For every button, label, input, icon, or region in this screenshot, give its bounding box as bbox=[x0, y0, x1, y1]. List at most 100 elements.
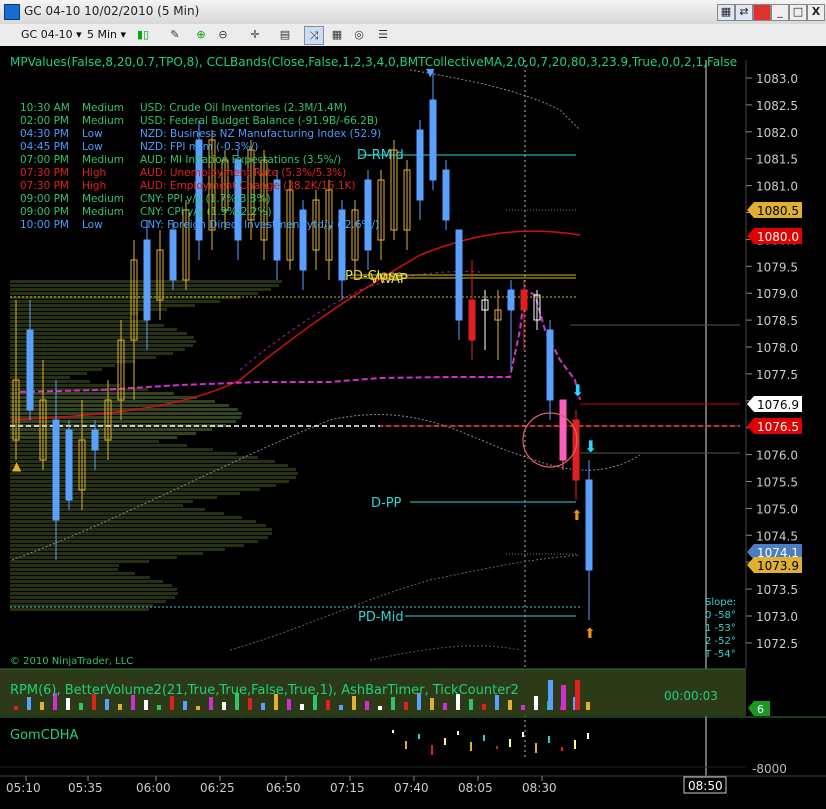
profile-row bbox=[10, 456, 258, 459]
rpm-bar bbox=[508, 700, 512, 710]
rpm-bar bbox=[482, 704, 486, 710]
gom-axis-label: -8000 bbox=[752, 762, 787, 776]
news-text: CNY: PPI y/y (1.7%/3.8%) bbox=[140, 193, 271, 205]
price-tag-label: 1076.5 bbox=[757, 420, 799, 434]
zoom-in-icon[interactable]: ⊕ bbox=[192, 26, 210, 43]
app-icon bbox=[4, 4, 20, 20]
news-time: 04:45 PM bbox=[20, 141, 69, 153]
lower-panel-tag-value: 6 bbox=[757, 703, 764, 716]
profile-row bbox=[10, 316, 131, 319]
profile-row bbox=[10, 336, 194, 339]
price-label: 1082.0 bbox=[756, 126, 798, 140]
profile-row bbox=[10, 592, 178, 595]
up-arrow-icon-1: ⬆ bbox=[571, 508, 583, 524]
gom-bars bbox=[392, 730, 589, 755]
zoom-out-icon[interactable]: ⊖ bbox=[214, 26, 232, 43]
instrument-select[interactable]: GC 04-10 ▾ bbox=[18, 26, 85, 43]
maximize-button[interactable]: □ bbox=[789, 4, 807, 21]
time-label: 05:35 bbox=[68, 781, 103, 795]
slope-row-1: 1 -53° bbox=[705, 623, 736, 634]
profile-row bbox=[10, 320, 148, 323]
news-impact: High bbox=[82, 180, 106, 192]
time-label: 06:50 bbox=[266, 781, 301, 795]
profile-row bbox=[10, 344, 193, 347]
profile-row bbox=[10, 584, 172, 587]
news-impact: Medium bbox=[82, 206, 124, 218]
news-time: 09:00 PM bbox=[20, 193, 69, 205]
chart-icon[interactable]: ▦ bbox=[717, 4, 735, 21]
profile-row bbox=[10, 572, 135, 575]
profile-row bbox=[10, 420, 236, 423]
news-text: AUD: Employment Change (38.2K/15.1K) bbox=[140, 180, 356, 192]
profile-row bbox=[10, 512, 224, 515]
candle-body bbox=[169, 229, 177, 281]
news-text: USD: Crude Oil Inventories (2.3M/1.4M) bbox=[140, 102, 347, 114]
news-time: 09:00 PM bbox=[20, 206, 69, 218]
indicators-icon[interactable]: ⤨ bbox=[304, 26, 324, 45]
profile-row bbox=[10, 552, 203, 555]
pencil-icon[interactable]: ✎ bbox=[166, 26, 184, 43]
news-impact: Medium bbox=[82, 154, 124, 166]
news-impact: High bbox=[82, 167, 106, 179]
profile-row bbox=[10, 560, 149, 563]
time-cursor-label: 08:50 bbox=[688, 779, 723, 793]
gom-bar bbox=[548, 736, 550, 743]
profile-row bbox=[10, 332, 187, 335]
price-label: 1075.5 bbox=[756, 476, 798, 490]
gom-bar bbox=[470, 742, 472, 751]
table-icon[interactable]: ☰ bbox=[374, 26, 392, 43]
data-box-icon[interactable]: ◎ bbox=[350, 26, 368, 43]
d-pp-label: D-PP bbox=[371, 496, 402, 511]
profile-row bbox=[10, 524, 266, 527]
profile-row bbox=[10, 484, 276, 487]
minimize-button[interactable]: _ bbox=[771, 4, 789, 21]
rpm-bar bbox=[586, 702, 590, 710]
profile-row bbox=[10, 504, 183, 507]
candle-body bbox=[520, 289, 528, 311]
chart-area[interactable]: D-RMid PD-Close VWAP D-PP PD-Mid ⬇ ⬇ ⬆ ⬆… bbox=[0, 46, 826, 805]
strategies-icon[interactable]: ▦ bbox=[328, 26, 346, 43]
interval-select[interactable]: 5 Min ▾ bbox=[84, 26, 129, 43]
profile-row bbox=[10, 564, 119, 567]
gom-bar bbox=[405, 741, 407, 749]
profile-row bbox=[10, 492, 240, 495]
rpm-bar bbox=[548, 680, 553, 710]
rpm-bar bbox=[575, 680, 580, 710]
news-impact: Medium bbox=[82, 102, 124, 114]
profile-row bbox=[10, 412, 242, 415]
properties-icon[interactable]: ▤ bbox=[276, 26, 294, 43]
bar-style-icon[interactable]: ▮▯ bbox=[134, 26, 152, 43]
title-bar[interactable]: GC 04-10 10/02/2010 (5 Min) ▦ ⇄ _ □ X bbox=[0, 0, 826, 25]
window-title: GC 04-10 10/02/2010 (5 Min) bbox=[24, 4, 200, 18]
rpm-bar bbox=[469, 699, 473, 710]
profile-row bbox=[10, 432, 196, 435]
slope-box: Slope: 0 -58° 1 -53° 2 -52° T -54° bbox=[704, 597, 736, 660]
price-label: 1073.0 bbox=[756, 610, 798, 624]
rpm-bar bbox=[300, 704, 304, 710]
news-impact: Low bbox=[82, 128, 103, 140]
chart-canvas[interactable]: D-RMid PD-Close VWAP D-PP PD-Mid ⬇ ⬇ ⬆ ⬆… bbox=[0, 46, 826, 805]
profile-row bbox=[10, 532, 272, 535]
news-table: 10:30 AM Medium USD: Crude Oil Inventories… bbox=[20, 102, 381, 231]
price-label: 1078.5 bbox=[756, 314, 798, 328]
rpm-bar bbox=[79, 703, 83, 710]
rpm-bar bbox=[352, 696, 356, 710]
chart-toolbar: GC 04-10 ▾ 5 Min ▾ ▮▯ ✎ ⊕ ⊖ ✛ ▤ ⤨ ▦ ◎ ☰ bbox=[0, 24, 826, 47]
rpm-bar bbox=[105, 699, 109, 710]
candle-body bbox=[91, 429, 99, 451]
candle-body bbox=[429, 99, 437, 181]
rpm-bar bbox=[40, 702, 44, 710]
crosshair-icon[interactable]: ✛ bbox=[246, 26, 264, 43]
candle-body bbox=[468, 299, 476, 341]
price-label: 1079.0 bbox=[756, 287, 798, 301]
news-time: 02:00 PM bbox=[20, 115, 69, 127]
price-label: 1075.0 bbox=[756, 502, 798, 516]
alert-icon[interactable] bbox=[753, 4, 771, 21]
close-button[interactable]: X bbox=[807, 4, 825, 21]
profile-row bbox=[10, 368, 102, 371]
price-label: 1077.5 bbox=[756, 368, 798, 382]
link-icon[interactable]: ⇄ bbox=[735, 4, 753, 21]
rpm-bar bbox=[118, 704, 122, 710]
gom-bar bbox=[496, 746, 498, 749]
profile-row bbox=[10, 544, 244, 547]
